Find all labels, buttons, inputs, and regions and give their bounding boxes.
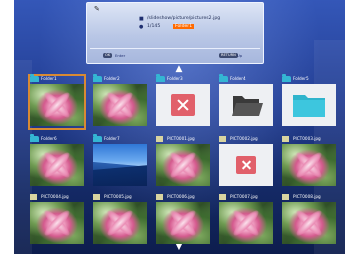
selected-item-name: Folder1 — [173, 24, 195, 30]
tile-label: PICT0004.jpg — [41, 194, 69, 199]
tile-label: PICT0001.jpg — [167, 136, 195, 141]
tile-label: PICT0005.jpg — [104, 194, 132, 199]
folder-tile[interactable]: Folder4 — [219, 74, 273, 128]
folder-tile[interactable]: Folder5 — [282, 74, 336, 128]
media-browser-screen: ✎ ■ /slideshow/picture/pictures2.jpg ● 1… — [14, 0, 345, 254]
photo-thumbnail — [282, 202, 336, 244]
photo-thumbnail — [93, 84, 147, 126]
folder-tile[interactable]: Folder7 — [93, 134, 147, 188]
folder-dark-icon — [232, 96, 263, 116]
image-file-icon — [219, 136, 226, 142]
tile-label: Folder4 — [230, 76, 246, 81]
file-tile[interactable]: PICT0003.jpg — [282, 136, 336, 188]
photo-thumbnail — [156, 202, 210, 244]
folder-icon — [282, 74, 291, 82]
photo-thumbnail — [30, 84, 84, 126]
tile-label: Folder5 — [293, 76, 309, 81]
image-file-icon — [156, 136, 163, 142]
image-file-icon — [30, 194, 37, 200]
folder-tile[interactable]: Folder1 — [28, 74, 86, 130]
folder-icon — [30, 74, 39, 82]
photo-thumbnail — [282, 144, 336, 186]
tile-label: PICT0008.jpg — [293, 194, 321, 199]
folder-icon — [219, 74, 228, 82]
tile-label: PICT0002.jpg — [230, 136, 258, 141]
info-panel: ✎ ■ /slideshow/picture/pictures2.jpg ● 1… — [86, 2, 264, 64]
photo-thumbnail — [156, 144, 210, 186]
tile-label: Folder1 — [41, 76, 57, 81]
image-file-icon — [282, 136, 289, 142]
file-tile[interactable]: PICT0008.jpg — [282, 194, 336, 246]
image-file-icon — [93, 194, 100, 200]
tile-label: Folder6 — [41, 136, 57, 141]
error-x-icon — [171, 94, 195, 116]
file-tile[interactable]: PICT0004.jpg — [30, 194, 84, 246]
photo-thumbnail — [93, 144, 147, 186]
ok-hint-label: Enter — [115, 53, 126, 58]
file-tile[interactable]: PICT0007.jpg — [219, 194, 273, 246]
tile-label: Folder3 — [167, 76, 183, 81]
folder-teal-icon — [293, 95, 325, 117]
image-file-icon — [219, 194, 226, 200]
pen-icon: ✎ — [94, 5, 100, 13]
file-tile[interactable]: PICT0006.jpg — [156, 194, 210, 246]
photo-thumbnail — [30, 144, 84, 186]
error-x-icon — [236, 156, 256, 174]
photo-thumbnail — [30, 202, 84, 244]
folder-thumbnail — [282, 84, 336, 126]
folder-icon — [30, 134, 39, 142]
tile-label: Folder7 — [104, 136, 120, 141]
folder-icon — [93, 74, 102, 82]
error-thumbnail — [156, 84, 210, 126]
folder-tile[interactable]: Folder3 — [156, 74, 210, 128]
item-count: 1/145 — [147, 24, 161, 29]
divider — [90, 48, 260, 49]
tile-label: PICT0006.jpg — [167, 194, 195, 199]
folder-icon — [156, 74, 165, 82]
tile-label: PICT0003.jpg — [293, 136, 321, 141]
selected-name-highlight: Folder1 — [173, 24, 195, 29]
image-file-icon — [156, 194, 163, 200]
file-tile[interactable]: PICT0005.jpg — [93, 194, 147, 246]
count-icon: ● — [139, 24, 144, 30]
folder-icon — [93, 134, 102, 142]
tile-label: Folder2 — [104, 76, 120, 81]
photo-thumbnail — [219, 202, 273, 244]
return-hint-label: Up — [237, 53, 243, 58]
file-path: /slideshow/picture/pictures2.jpg — [147, 16, 221, 21]
scroll-up-arrow-icon[interactable]: ▲ — [173, 64, 185, 74]
file-tile[interactable]: PICT0002.jpg — [219, 136, 273, 188]
file-tile[interactable]: PICT0001.jpg — [156, 136, 210, 188]
folder-tile[interactable]: Folder2 — [93, 74, 147, 128]
tile-label: PICT0007.jpg — [230, 194, 258, 199]
ok-key-badge: OK — [103, 53, 113, 58]
photo-thumbnail — [93, 202, 147, 244]
folder-tile[interactable]: Folder6 — [30, 134, 84, 188]
folder-thumbnail — [219, 84, 273, 126]
return-key-badge: RETURN — [219, 53, 238, 58]
image-file-icon — [282, 194, 289, 200]
folder-path-icon: ■ — [139, 16, 144, 22]
error-thumbnail — [219, 144, 273, 186]
